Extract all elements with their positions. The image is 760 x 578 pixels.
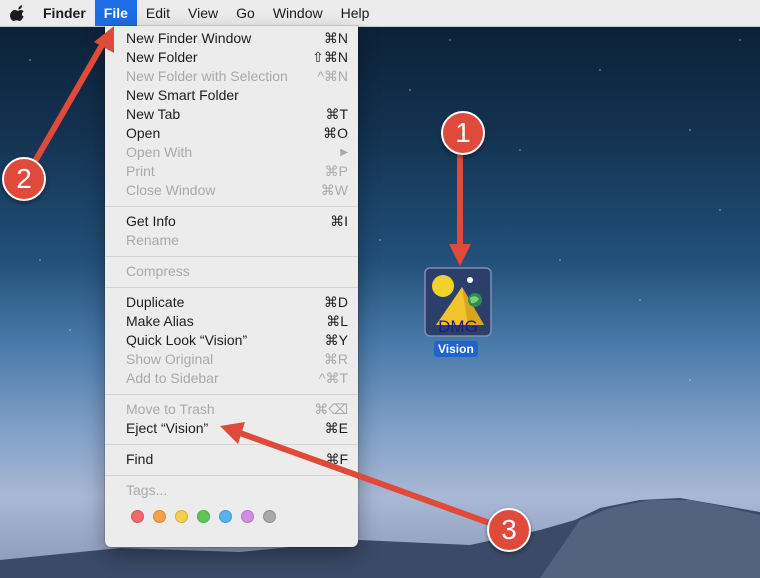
menu-help[interactable]: Help bbox=[332, 0, 379, 26]
menu-item-label: New Folder bbox=[126, 49, 198, 65]
menu-item-shortcut: ^⌘T bbox=[318, 370, 348, 386]
menu-item-shortcut: ⌘⌫ bbox=[314, 401, 348, 417]
menu-item-shortcut: ^⌘N bbox=[317, 68, 348, 84]
menu-item-shortcut: ⌘I bbox=[330, 213, 348, 229]
menu-item-shortcut: ⌘E bbox=[324, 420, 348, 436]
menu-item-make-alias[interactable]: Make Alias ⌘L bbox=[105, 312, 358, 331]
menu-item-shortcut: ⌘F bbox=[325, 451, 348, 467]
menu-item-close-window: Close Window ⌘W bbox=[105, 181, 358, 200]
menu-item-label: Make Alias bbox=[126, 313, 194, 329]
menu-item-label: Add to Sidebar bbox=[126, 370, 219, 386]
menu-item-label: Get Info bbox=[126, 213, 176, 229]
menu-separator bbox=[105, 394, 358, 395]
menu-item-shortcut: ⌘N bbox=[323, 30, 348, 46]
menu-item-print: Print ⌘P bbox=[105, 162, 358, 181]
menu-edit[interactable]: Edit bbox=[137, 0, 179, 26]
menu-item-duplicate[interactable]: Duplicate ⌘D bbox=[105, 293, 358, 312]
menu-item-new-smart-folder[interactable]: New Smart Folder bbox=[105, 86, 358, 105]
menu-item-open[interactable]: Open ⌘O bbox=[105, 124, 358, 143]
file-menu-dropdown: New Finder Window ⌘N New Folder ⇧⌘N New Fo… bbox=[105, 26, 358, 547]
dmg-icon-text: DMG bbox=[438, 317, 478, 336]
menu-item-get-info[interactable]: Get Info ⌘I bbox=[105, 212, 358, 231]
menu-item-label: Rename bbox=[126, 232, 179, 248]
menu-item-shortcut: ⌘W bbox=[320, 182, 348, 198]
menu-item-label: Compress bbox=[126, 263, 190, 279]
tag-yellow-dot[interactable] bbox=[175, 510, 188, 523]
menu-finder[interactable]: Finder bbox=[34, 0, 95, 26]
menu-item-new-folder[interactable]: New Folder ⇧⌘N bbox=[105, 48, 358, 67]
menu-item-rename: Rename bbox=[105, 231, 358, 250]
menu-item-shortcut: ⌘Y bbox=[324, 332, 348, 348]
menu-item-label: Find bbox=[126, 451, 154, 467]
callout-3: 3 bbox=[487, 508, 531, 552]
menu-window[interactable]: Window bbox=[264, 0, 332, 26]
menu-item-label: Open With bbox=[126, 144, 193, 160]
tag-orange-dot[interactable] bbox=[153, 510, 166, 523]
menu-item-find[interactable]: Find ⌘F bbox=[105, 450, 358, 469]
menu-item-eject[interactable]: Eject “Vision” ⌘E bbox=[105, 419, 358, 438]
menu-item-label: Duplicate bbox=[126, 294, 185, 310]
tag-purple-dot[interactable] bbox=[241, 510, 254, 523]
menu-item-add-to-sidebar: Add to Sidebar ^⌘T bbox=[105, 369, 358, 388]
apple-menu-icon[interactable] bbox=[0, 5, 34, 21]
menu-item-label: Show Original bbox=[126, 351, 214, 367]
tag-gray-dot[interactable] bbox=[263, 510, 276, 523]
menu-item-label: Quick Look “Vision” bbox=[126, 332, 248, 348]
menu-item-open-with: Open With ▶ bbox=[105, 143, 358, 162]
dmg-disk-image-icon[interactable]: DMG bbox=[424, 267, 492, 337]
menu-item-label: Eject “Vision” bbox=[126, 420, 209, 436]
menu-item-shortcut: ⌘L bbox=[326, 313, 348, 329]
menu-item-label: Close Window bbox=[126, 182, 216, 198]
menu-item-move-to-trash: Move to Trash ⌘⌫ bbox=[105, 400, 358, 419]
menu-separator bbox=[105, 475, 358, 476]
menu-item-label: New Finder Window bbox=[126, 30, 252, 46]
menu-bar: Finder File Edit View Go Window Help bbox=[0, 0, 760, 27]
menu-item-new-tab[interactable]: New Tab ⌘T bbox=[105, 105, 358, 124]
menu-item-label: New Smart Folder bbox=[126, 87, 239, 103]
menu-separator bbox=[105, 256, 358, 257]
menu-item-label: Move to Trash bbox=[126, 401, 215, 417]
menu-item-shortcut: ⌘T bbox=[325, 106, 348, 122]
tag-red-dot[interactable] bbox=[131, 510, 144, 523]
menu-item-tags: Tags... bbox=[105, 481, 358, 500]
menu-view[interactable]: View bbox=[179, 0, 227, 26]
callout-1: 1 bbox=[441, 111, 485, 155]
file-name-label[interactable]: Vision bbox=[434, 341, 478, 357]
menu-item-compress: Compress bbox=[105, 262, 358, 281]
menu-item-label: Tags... bbox=[126, 482, 168, 498]
menu-item-quick-look[interactable]: Quick Look “Vision” ⌘Y bbox=[105, 331, 358, 350]
callout-2: 2 bbox=[2, 157, 46, 201]
menu-item-shortcut: ⌘P bbox=[324, 163, 348, 179]
menu-separator bbox=[105, 287, 358, 288]
menu-separator bbox=[105, 444, 358, 445]
menu-item-new-folder-with-selection: New Folder with Selection ^⌘N bbox=[105, 67, 358, 86]
menu-item-shortcut: ⌘D bbox=[323, 294, 348, 310]
menu-item-label: Open bbox=[126, 125, 161, 141]
menu-item-show-original: Show Original ⌘R bbox=[105, 350, 358, 369]
menu-item-label: New Tab bbox=[126, 106, 181, 122]
tag-blue-dot[interactable] bbox=[219, 510, 232, 523]
tag-green-dot[interactable] bbox=[197, 510, 210, 523]
menu-separator bbox=[105, 206, 358, 207]
menu-item-label: Print bbox=[126, 163, 155, 179]
menu-item-shortcut: ⇧⌘N bbox=[312, 49, 348, 65]
menu-item-new-finder-window[interactable]: New Finder Window ⌘N bbox=[105, 29, 358, 48]
menu-go[interactable]: Go bbox=[227, 0, 264, 26]
menu-item-shortcut: ⌘R bbox=[323, 351, 348, 367]
menu-item-label: New Folder with Selection bbox=[126, 68, 288, 84]
tag-color-row bbox=[131, 510, 276, 523]
menu-file[interactable]: File bbox=[94, 0, 137, 26]
submenu-arrow-icon: ▶ bbox=[340, 147, 348, 158]
menu-item-shortcut: ⌘O bbox=[323, 125, 348, 141]
